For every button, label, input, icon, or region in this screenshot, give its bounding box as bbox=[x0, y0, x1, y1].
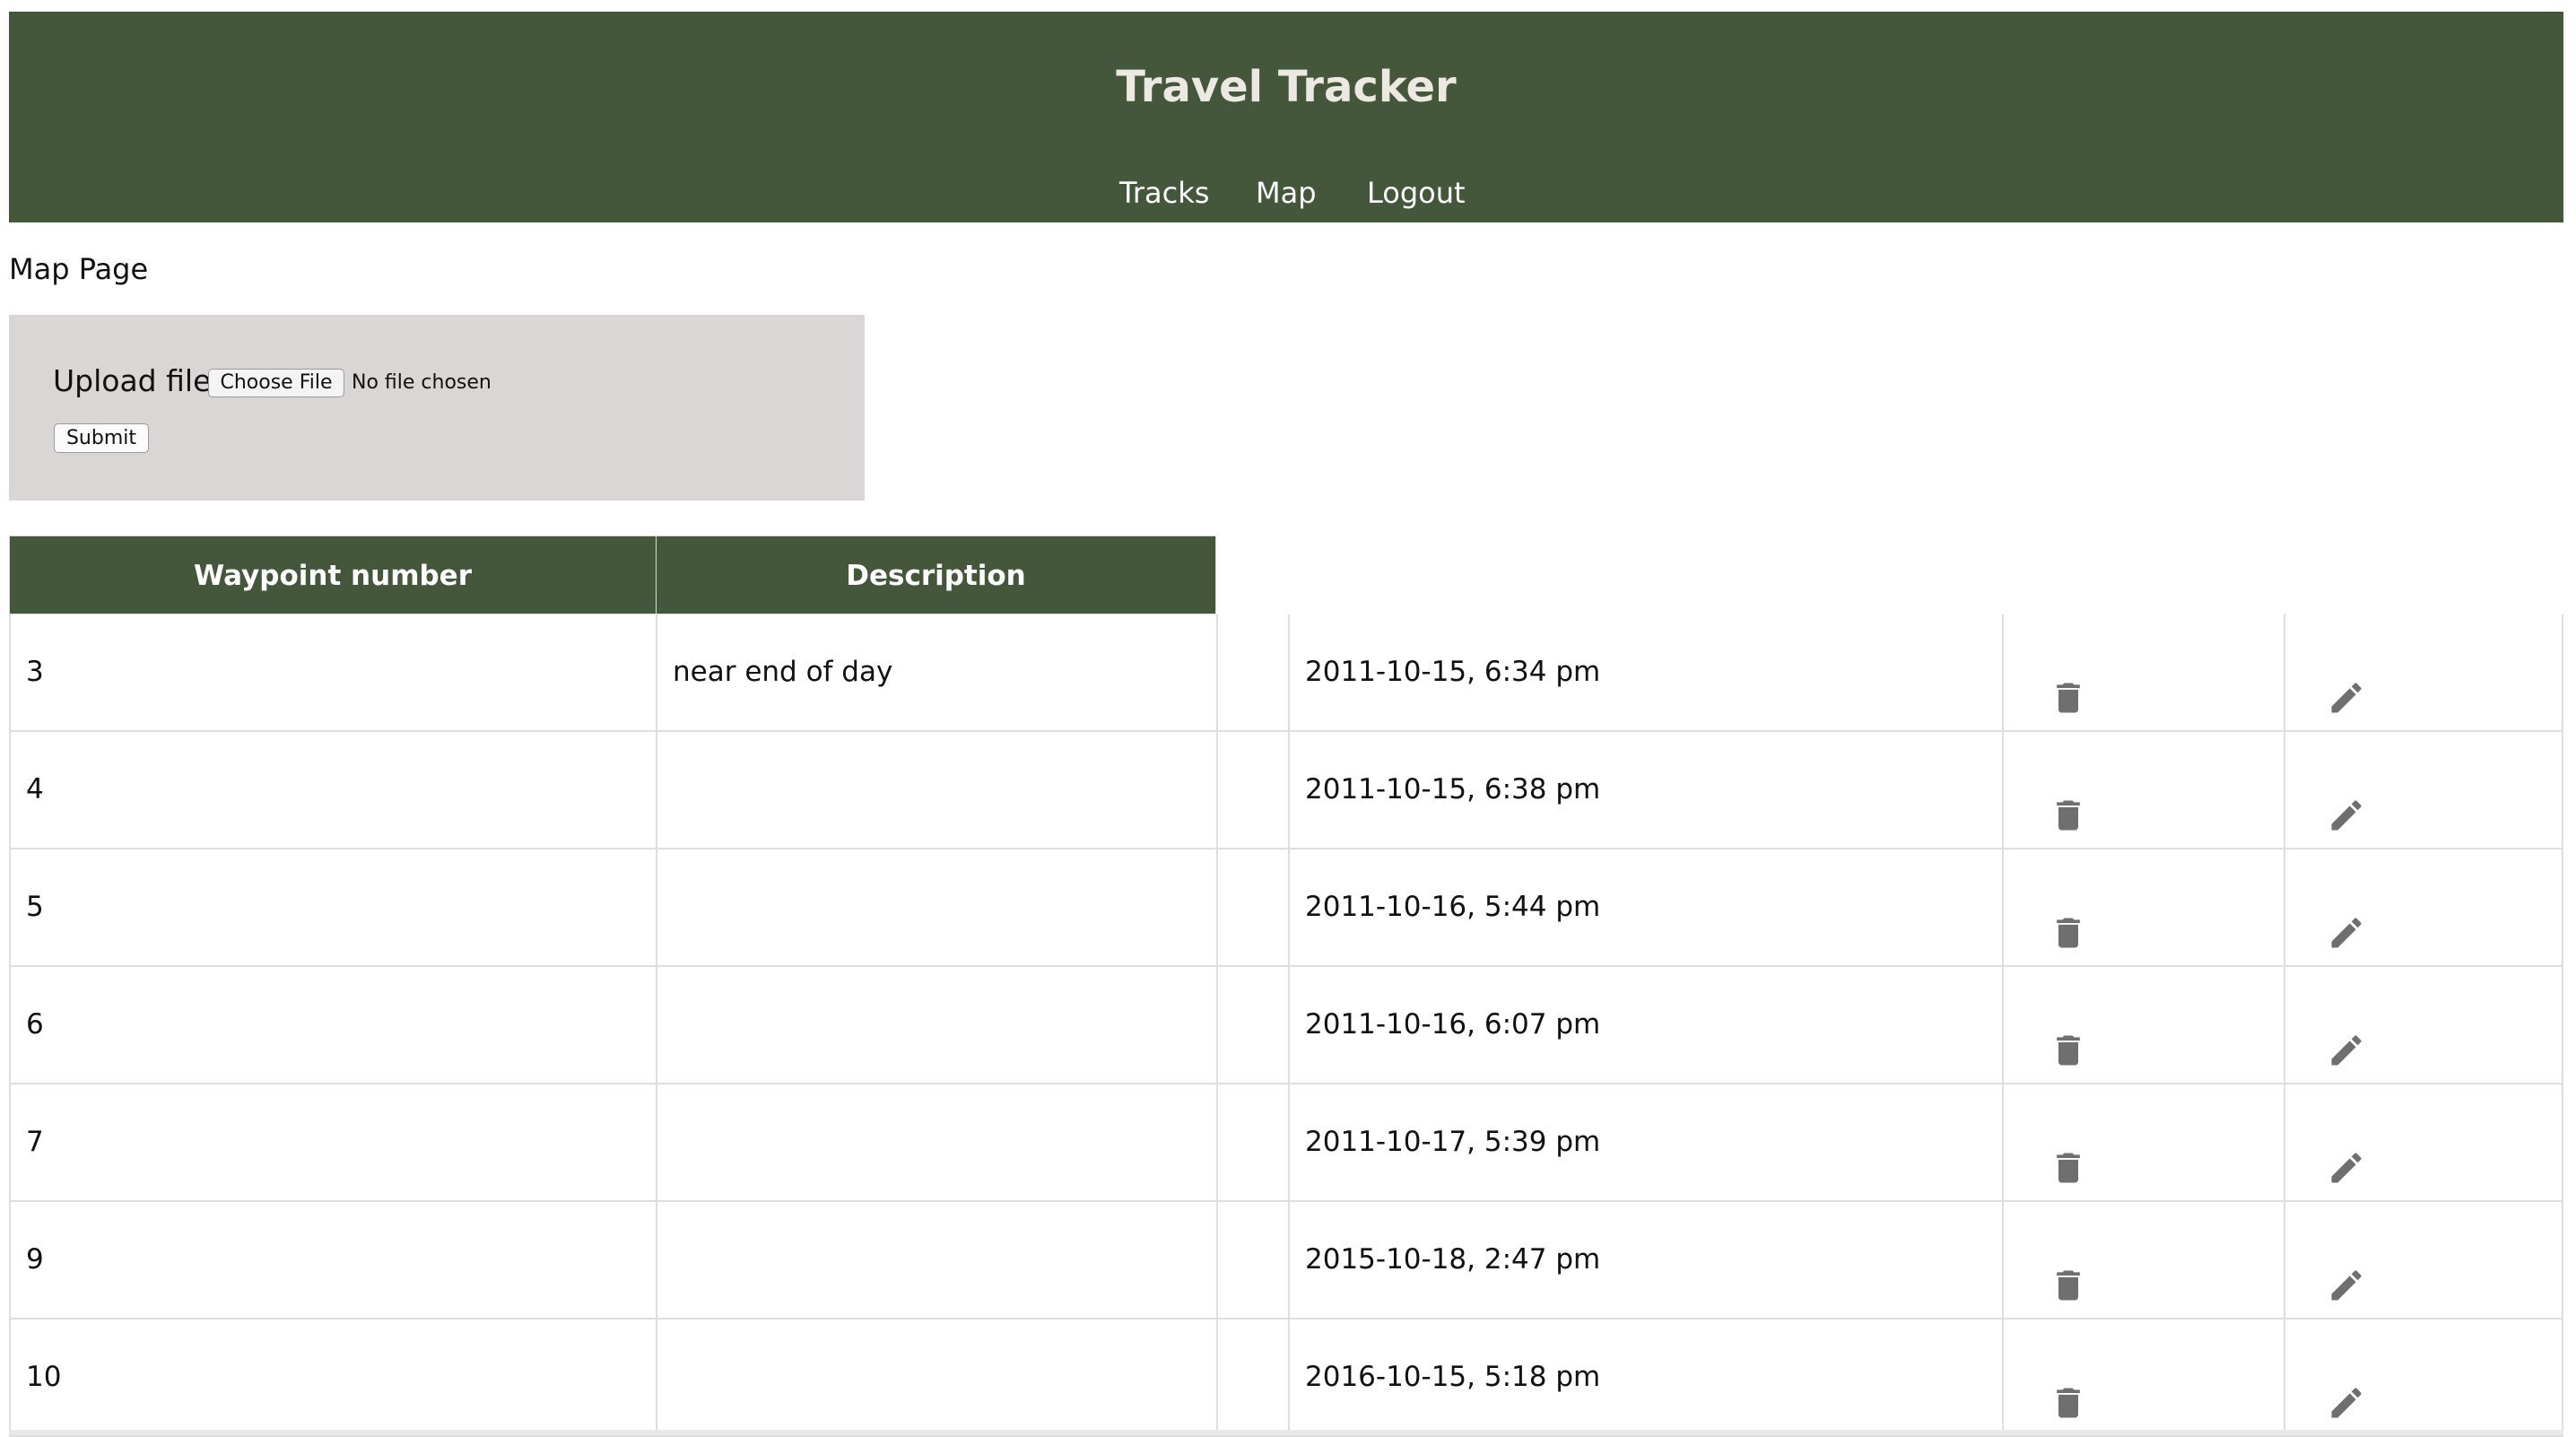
empty-cell bbox=[1216, 732, 1288, 849]
nav-link-map[interactable]: Map bbox=[1256, 171, 1317, 214]
table-row: 10 2016-10-15, 5:18 pm bbox=[9, 1319, 2563, 1437]
delete-cell bbox=[2002, 1319, 2284, 1437]
delete-cell bbox=[2002, 1202, 2284, 1319]
edit-cell bbox=[2284, 1319, 2563, 1437]
table-row: 3 near end of day 2011-10-15, 6:34 pm bbox=[9, 614, 2563, 732]
delete-cell bbox=[2002, 967, 2284, 1084]
table-row: 6 2011-10-16, 6:07 pm bbox=[9, 967, 2563, 1084]
edit-cell bbox=[2284, 614, 2563, 732]
site-title: Travel Tracker bbox=[1116, 62, 1457, 112]
column-header-description: Description bbox=[656, 536, 1216, 614]
trash-icon[interactable] bbox=[2049, 1357, 2088, 1418]
trash-icon[interactable] bbox=[2049, 652, 2088, 713]
timestamp-cell: 2011-10-15, 6:34 pm bbox=[1288, 614, 2002, 732]
table-row: 9 2015-10-18, 2:47 pm bbox=[9, 1202, 2563, 1319]
waypoint-number-cell: 6 bbox=[9, 967, 656, 1084]
pencil-icon[interactable] bbox=[2327, 1122, 2366, 1183]
description-cell bbox=[656, 967, 1216, 1084]
timestamp-cell: 2011-10-16, 5:44 pm bbox=[1288, 849, 2002, 967]
description-cell bbox=[656, 1319, 1216, 1437]
edit-cell bbox=[2284, 1202, 2563, 1319]
waypoint-number-cell: 7 bbox=[9, 1084, 656, 1202]
table-row: 5 2011-10-16, 5:44 pm bbox=[9, 849, 2563, 967]
waypoint-number-cell: 4 bbox=[9, 732, 656, 849]
waypoint-number-cell: 10 bbox=[9, 1319, 656, 1437]
waypoint-number-cell: 5 bbox=[9, 849, 656, 967]
delete-cell bbox=[2002, 1084, 2284, 1202]
description-cell bbox=[656, 1202, 1216, 1319]
file-status-text: No file chosen bbox=[352, 371, 492, 394]
trash-icon[interactable] bbox=[2049, 770, 2088, 831]
pencil-icon[interactable] bbox=[2327, 652, 2366, 713]
timestamp-cell: 2011-10-17, 5:39 pm bbox=[1288, 1084, 2002, 1202]
empty-cell bbox=[1216, 1319, 1288, 1437]
pencil-icon[interactable] bbox=[2327, 1357, 2366, 1418]
table-bottom-edge bbox=[9, 1430, 2563, 1435]
timestamp-cell: 2011-10-15, 6:38 pm bbox=[1288, 732, 2002, 849]
description-cell bbox=[656, 732, 1216, 849]
column-header-waypoint-number: Waypoint number bbox=[9, 536, 657, 614]
waypoint-number-cell: 3 bbox=[9, 614, 656, 732]
edit-cell bbox=[2284, 967, 2563, 1084]
trash-icon[interactable] bbox=[2049, 1122, 2088, 1183]
delete-cell bbox=[2002, 849, 2284, 967]
empty-cell bbox=[1216, 849, 1288, 967]
empty-cell bbox=[1216, 1202, 1288, 1319]
upload-label: Upload file: bbox=[53, 363, 222, 398]
page-title: Map Page bbox=[9, 252, 149, 286]
pencil-icon[interactable] bbox=[2327, 770, 2366, 831]
choose-file-button[interactable]: Choose File bbox=[208, 369, 344, 397]
upload-form: Upload file: Choose File No file chosen … bbox=[9, 315, 865, 501]
edit-cell bbox=[2284, 849, 2563, 967]
trash-icon[interactable] bbox=[2049, 1005, 2088, 1066]
timestamp-cell: 2016-10-15, 5:18 pm bbox=[1288, 1319, 2002, 1437]
trash-icon[interactable] bbox=[2049, 1240, 2088, 1301]
timestamp-cell: 2011-10-16, 6:07 pm bbox=[1288, 967, 2002, 1084]
pencil-icon[interactable] bbox=[2327, 1240, 2366, 1301]
submit-button[interactable]: Submit bbox=[54, 423, 149, 453]
empty-cell bbox=[1216, 614, 1288, 732]
description-cell bbox=[656, 1084, 1216, 1202]
table-row: 7 2011-10-17, 5:39 pm bbox=[9, 1084, 2563, 1202]
delete-cell bbox=[2002, 732, 2284, 849]
site-header: Travel Tracker Tracks Map Logout bbox=[9, 12, 2563, 222]
description-cell: near end of day bbox=[656, 614, 1216, 732]
timestamp-cell: 2015-10-18, 2:47 pm bbox=[1288, 1202, 2002, 1319]
main-nav: Tracks Map Logout bbox=[9, 171, 2563, 214]
edit-cell bbox=[2284, 732, 2563, 849]
trash-icon[interactable] bbox=[2049, 887, 2088, 948]
delete-cell bbox=[2002, 614, 2284, 732]
pencil-icon[interactable] bbox=[2327, 887, 2366, 948]
empty-cell bbox=[1216, 1084, 1288, 1202]
waypoint-number-cell: 9 bbox=[9, 1202, 656, 1319]
pencil-icon[interactable] bbox=[2327, 1005, 2366, 1066]
empty-cell bbox=[1216, 967, 1288, 1084]
nav-link-tracks[interactable]: Tracks bbox=[1119, 171, 1209, 214]
description-cell bbox=[656, 849, 1216, 967]
nav-link-logout[interactable]: Logout bbox=[1367, 171, 1466, 214]
table-row: 4 2011-10-15, 6:38 pm bbox=[9, 732, 2563, 849]
edit-cell bbox=[2284, 1084, 2563, 1202]
